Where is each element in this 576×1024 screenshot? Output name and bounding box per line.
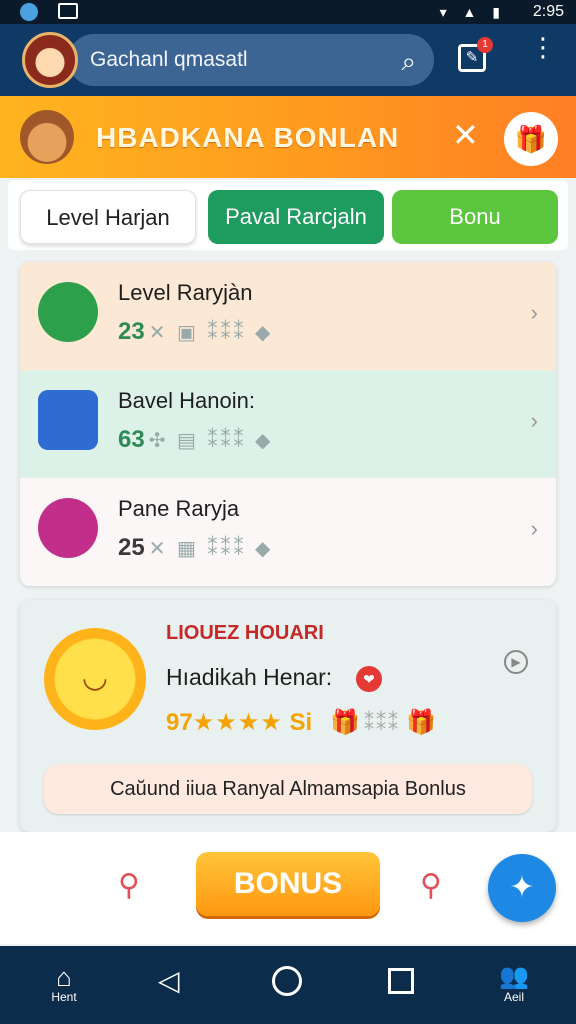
search-icon[interactable]: ⌕	[401, 46, 416, 78]
rating-suffix: Si	[289, 709, 313, 736]
reward-list: Level Raryjàn 23 ✕ ▣ ⁑⁑⁑ ◆ › Bavel Hanoin…	[20, 262, 556, 586]
close-icon[interactable]: ✕	[452, 116, 479, 154]
tab-level[interactable]: Level Harjan	[20, 190, 196, 244]
signal-wifi-battery-icons: ▾ ▲ ▮	[439, 4, 506, 20]
edit-icon[interactable]: ✎ 1	[458, 37, 493, 72]
promo-bonus-button[interactable]: Caŭund iiua Ranyal Almamsapia Bonlus	[44, 764, 532, 814]
location-pin-icon[interactable]: ⚲	[420, 868, 442, 903]
reward-icons: ✕ ▣ ⁑⁑⁑ ◆	[148, 322, 274, 344]
bonus-button[interactable]: BONUS	[196, 852, 380, 916]
list-item-stats: 23 ✕ ▣ ⁑⁑⁑ ◆	[118, 318, 273, 346]
avatar[interactable]	[22, 32, 78, 88]
nav-home[interactable]: ⌂ Hent	[46, 964, 82, 1004]
chevron-right-icon: ›	[530, 300, 538, 325]
recents-icon[interactable]	[388, 968, 414, 994]
tab-paval[interactable]: Paval Rarcjaln	[208, 190, 384, 244]
system-nav-bar: ⌂ Hent ◁ 👥 Aeil	[0, 946, 576, 1024]
reward-icons: ✕ ▦ ⁑⁑⁑ ◆	[148, 538, 274, 560]
main-content: HBADKANA BONLAN ✕ 🎁 Level Harjan Paval R…	[0, 96, 576, 946]
rating-value: 97	[166, 709, 193, 736]
action-bar: ⚲ BONUS ⚲ ✦	[0, 832, 576, 944]
mailbox-icon	[38, 390, 98, 450]
list-item[interactable]: Pane Raryja 25 ✕ ▦ ⁑⁑⁑ ◆ ›	[20, 478, 556, 586]
sun-icon: ◡	[44, 628, 146, 730]
compass-fab-icon[interactable]: ✦	[488, 854, 556, 922]
list-item-count: 25	[118, 534, 145, 561]
search-bar[interactable]: Gachanl qmasatl ⌕	[68, 34, 434, 86]
box-icon: 🎁	[406, 709, 436, 736]
tab-bar: Level Harjan Paval Rarcjaln Bonu	[8, 180, 568, 250]
app-bar: Gachanl qmasatl ⌕ ✎ 1 ⋮	[0, 24, 576, 96]
pencil-glyph: ✎	[465, 49, 479, 66]
gift-icon: 🎁	[330, 709, 361, 736]
promo-title: Hıadikah Henar:	[166, 664, 333, 690]
list-item[interactable]: Level Raryjàn 23 ✕ ▣ ⁑⁑⁑ ◆ ›	[20, 262, 556, 370]
mascot-icon	[20, 110, 74, 164]
promo-rating: 97★★★★ Si 🎁 ⁑⁑⁑ 🎁	[166, 708, 436, 737]
nav-account[interactable]: 👥 Aeil	[494, 963, 534, 1005]
banner-title: HBADKANA BONLAN	[96, 122, 400, 153]
list-item-title: Pane Raryja	[118, 496, 240, 521]
app-status-icon	[20, 3, 38, 21]
heart-icon[interactable]: ❤	[356, 666, 382, 692]
star-rating: ★★★★	[192, 709, 283, 736]
more-icon[interactable]: ⋮	[530, 34, 556, 60]
flag-icon	[38, 282, 98, 342]
chevron-right-icon: ›	[530, 408, 538, 433]
gift-icon[interactable]: 🎁	[504, 112, 558, 166]
chevron-right-icon: ›	[530, 516, 538, 541]
search-text: Gachanl qmasatl	[90, 48, 248, 71]
location-pin-icon[interactable]: ⚲	[118, 868, 140, 903]
account-icon: 👥	[499, 963, 529, 990]
list-item[interactable]: Bavel Hanoin: 63 ✣ ▤ ⁑⁑⁑ ◆ ›	[20, 370, 556, 478]
list-item-title: Level Raryjàn	[118, 280, 253, 305]
ticket-icon	[38, 498, 98, 558]
list-item-count: 23	[118, 318, 145, 345]
status-bar: ▾ ▲ ▮ 2:95	[0, 0, 576, 24]
notification-badge: 1	[477, 37, 493, 53]
status-time: 2:95	[532, 3, 564, 20]
promo-heading: LIOUEZ HOUARI	[166, 622, 324, 644]
list-item-stats: 25 ✕ ▦ ⁑⁑⁑ ◆	[118, 534, 273, 562]
home-circle-icon[interactable]	[272, 966, 302, 996]
back-icon[interactable]: ◁	[158, 964, 180, 997]
play-icon[interactable]: ▶	[504, 650, 528, 674]
list-item-stats: 63 ✣ ▤ ⁑⁑⁑ ◆	[118, 426, 273, 454]
reward-icons: ✣ ▤ ⁑⁑⁑ ◆	[148, 430, 274, 452]
nav-home-label: Hent	[51, 990, 77, 1004]
home-icon: ⌂	[56, 962, 72, 992]
image-status-icon	[58, 3, 78, 19]
reward-icons: ⁑⁑⁑	[364, 713, 401, 735]
tab-bonu[interactable]: Bonu	[392, 190, 558, 244]
sun-face: ◡	[81, 661, 109, 694]
list-item-title: Bavel Hanoin:	[118, 388, 255, 413]
promo-card: ◡ LIOUEZ HOUARI Hıadikah Henar: ❤ ▶ 97★★…	[20, 600, 556, 832]
nav-account-label: Aeil	[503, 990, 524, 1004]
bonus-banner: HBADKANA BONLAN ✕ 🎁	[0, 96, 576, 178]
list-item-count: 63	[118, 426, 145, 453]
